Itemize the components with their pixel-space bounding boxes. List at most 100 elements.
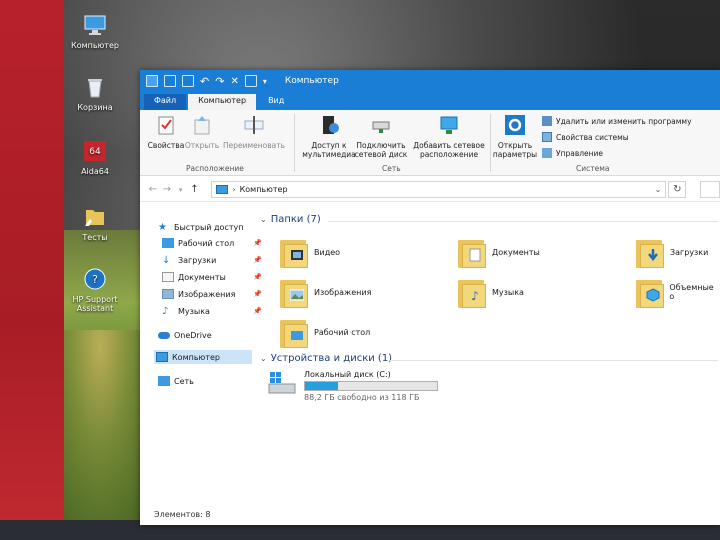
map-network-drive-button[interactable]: Подключить сетевой диск bbox=[354, 114, 408, 159]
desktop-icon-hp-support[interactable]: ? HP Support Assistant bbox=[64, 268, 126, 313]
explorer-app-icon bbox=[146, 75, 158, 87]
nav-label: Загрузки bbox=[178, 255, 217, 265]
tab-view[interactable]: Вид bbox=[258, 94, 294, 110]
breadcrumb-separator-icon: › bbox=[232, 185, 236, 194]
nav-onedrive[interactable]: OneDrive bbox=[158, 328, 258, 342]
folder-music[interactable]: ♪ Музыка bbox=[458, 272, 524, 312]
drive-c[interactable]: Локальный диск (C:) 88,2 ГБ свободно из … bbox=[268, 370, 438, 402]
nav-item-downloads[interactable]: ↓ Загрузки 📌 bbox=[162, 253, 262, 267]
open-label: Открыть bbox=[184, 141, 220, 150]
desktop-icon-recycle-bin[interactable]: Корзина bbox=[64, 76, 126, 112]
devices-group-header[interactable]: ⌄ Устройства и диски (1) bbox=[260, 353, 392, 364]
address-text: Компьютер bbox=[239, 185, 288, 194]
network-icon bbox=[158, 376, 170, 386]
nav-label: Музыка bbox=[178, 306, 210, 316]
uninstall-program-button[interactable]: Удалить или изменить программу bbox=[542, 116, 692, 126]
drive-free-space: 88,2 ГБ свободно из 118 ГБ bbox=[304, 393, 420, 402]
rename-label: Переименовать bbox=[222, 141, 286, 150]
folders-group-header[interactable]: ⌄ Папки (7) bbox=[260, 214, 321, 225]
folder-3d-objects[interactable]: Объемные о bbox=[636, 272, 720, 312]
desktop-icon-label: Компьютер bbox=[71, 41, 119, 50]
computer-small-icon bbox=[156, 352, 168, 362]
nav-item-pictures[interactable]: Изображения 📌 bbox=[162, 287, 262, 301]
folder-pictures[interactable]: Изображения bbox=[280, 272, 371, 312]
nav-label: Изображения bbox=[178, 289, 236, 299]
open-button[interactable]: Открыть bbox=[184, 114, 220, 150]
add-network-location-button[interactable]: Добавить сетевое расположение bbox=[412, 114, 486, 159]
back-icon[interactable]: ← bbox=[146, 184, 160, 195]
tab-computer[interactable]: Компьютер bbox=[188, 94, 257, 110]
tab-file[interactable]: Файл bbox=[144, 94, 187, 110]
nav-item-desktop[interactable]: Рабочий стол 📌 bbox=[162, 236, 262, 250]
forward-icon[interactable]: → bbox=[160, 184, 174, 195]
media-access-button[interactable]: Доступ к мультимедиа bbox=[298, 114, 360, 159]
nav-computer[interactable]: Компьютер bbox=[154, 350, 252, 364]
system-properties-label: Свойства системы bbox=[556, 132, 629, 142]
desktop-icon-label: HP Support Assistant bbox=[72, 295, 118, 313]
collapse-icon[interactable]: ⌄ bbox=[260, 354, 267, 363]
cloud-icon bbox=[158, 331, 170, 339]
group-divider bbox=[390, 360, 718, 361]
properties-quick-icon[interactable] bbox=[164, 75, 176, 87]
group-location-label: Расположение bbox=[186, 164, 244, 173]
quick-access-dropdown-icon[interactable]: ▾ bbox=[263, 77, 267, 86]
folder-videos[interactable]: Видео bbox=[280, 232, 340, 272]
nav-network[interactable]: Сеть bbox=[158, 374, 258, 388]
title-bar[interactable]: ↶ ↷ ✕ ▾ Компьютер bbox=[140, 70, 720, 92]
system-properties-button[interactable]: Свойства системы bbox=[542, 132, 629, 142]
folders-header-label: Папки (7) bbox=[270, 214, 321, 225]
documents-icon bbox=[162, 272, 174, 282]
uninstall-label: Удалить или изменить программу bbox=[556, 116, 692, 126]
folder-desktop[interactable]: Рабочий стол bbox=[280, 312, 370, 352]
open-settings-button[interactable]: Открыть параметры bbox=[492, 114, 538, 159]
music-icon: ♪ bbox=[162, 306, 169, 317]
desktop-icon-tests[interactable]: Тесты bbox=[64, 206, 126, 242]
add-location-label: Добавить сетевое расположение bbox=[413, 141, 485, 159]
svg-text:♪: ♪ bbox=[471, 289, 479, 302]
nav-item-documents[interactable]: Документы 📌 bbox=[162, 270, 262, 284]
delete-icon[interactable]: ✕ bbox=[230, 76, 238, 87]
collapse-icon[interactable]: ⌄ bbox=[260, 215, 267, 224]
drive-usage-bar bbox=[304, 381, 438, 391]
manage-button[interactable]: Управление bbox=[542, 148, 603, 158]
3d-objects-folder-icon bbox=[636, 276, 664, 308]
ribbon-separator bbox=[294, 114, 295, 172]
address-field[interactable]: › Компьютер ⌄ bbox=[211, 181, 667, 198]
desktop-icon-label: Корзина bbox=[77, 103, 113, 112]
devices-header-label: Устройства и диски (1) bbox=[270, 353, 393, 364]
download-icon: ↓ bbox=[162, 255, 171, 266]
folder-downloads[interactable]: Загрузки bbox=[636, 232, 708, 272]
desktop-icon-aida64[interactable]: 64 Aida64 bbox=[64, 140, 126, 176]
folder-documents[interactable]: Документы bbox=[458, 232, 540, 272]
hp-support-icon: ? bbox=[84, 268, 106, 290]
videos-folder-icon bbox=[280, 236, 308, 268]
window-title: Компьютер bbox=[284, 76, 339, 86]
properties-button[interactable]: Свойства bbox=[146, 114, 186, 150]
navigation-pane: ★ Быстрый доступ Рабочий стол 📌 ↓ Загруз… bbox=[140, 210, 262, 500]
up-icon[interactable]: ↑ bbox=[188, 184, 202, 195]
music-folder-icon: ♪ bbox=[458, 276, 486, 308]
nav-item-music[interactable]: ♪ Музыка 📌 bbox=[162, 304, 262, 318]
search-input[interactable] bbox=[700, 181, 720, 198]
address-bar: ← → ▾ ↑ › Компьютер ⌄ ↻ bbox=[140, 178, 720, 202]
refresh-button[interactable]: ↻ bbox=[668, 181, 687, 198]
nav-quick-access[interactable]: ★ Быстрый доступ bbox=[158, 220, 258, 234]
address-dropdown-icon[interactable]: ⌄ bbox=[655, 185, 662, 194]
undo-icon[interactable]: ↶ bbox=[200, 75, 209, 88]
group-system-label: Система bbox=[576, 164, 610, 173]
avito-watermark: Avito bbox=[612, 500, 702, 525]
hard-drive-icon bbox=[268, 372, 296, 394]
rename-quick-icon[interactable] bbox=[244, 75, 257, 87]
manage-icon bbox=[542, 148, 552, 158]
recent-dropdown-icon[interactable]: ▾ bbox=[174, 186, 188, 194]
ribbon: Свойства Открыть Переименовать Расположе… bbox=[140, 110, 720, 176]
rename-button[interactable]: Переименовать bbox=[222, 114, 286, 150]
nav-label: Сеть bbox=[174, 376, 194, 386]
redo-icon[interactable]: ↷ bbox=[215, 75, 224, 88]
explorer-window: ↶ ↷ ✕ ▾ Компьютер Файл Компьютер Вид Сво… bbox=[140, 70, 720, 525]
new-folder-quick-icon[interactable] bbox=[182, 75, 194, 87]
gear-icon bbox=[505, 115, 525, 135]
desktop-icon-computer[interactable]: Компьютер bbox=[64, 14, 126, 50]
folder-label: Загрузки bbox=[670, 247, 709, 257]
media-access-label: Доступ к мультимедиа bbox=[302, 141, 356, 159]
